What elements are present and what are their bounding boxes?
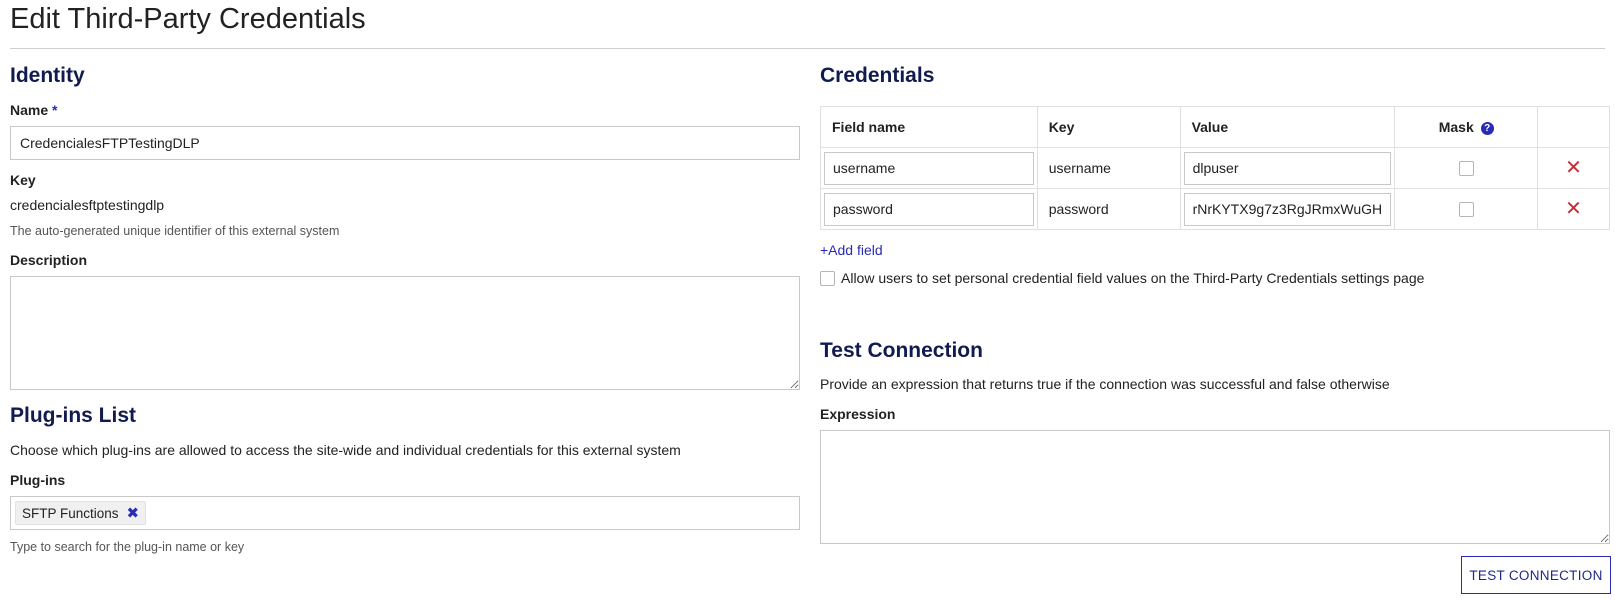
plugins-heading: Plug-ins List: [10, 404, 136, 427]
field-name-input[interactable]: [824, 192, 1034, 226]
key-cell: password: [1036, 188, 1181, 230]
identity-heading: Identity: [10, 64, 85, 87]
description-textarea[interactable]: [10, 276, 800, 390]
delete-icon[interactable]: ✕: [1565, 157, 1582, 179]
key-label: Key: [10, 172, 36, 188]
value-input[interactable]: [1183, 192, 1392, 226]
value-cell: [1179, 188, 1396, 230]
column-value: Value: [1179, 106, 1396, 148]
column-key: Key: [1036, 106, 1181, 148]
value-input[interactable]: [1183, 151, 1392, 185]
column-actions: [1537, 106, 1610, 148]
column-field-name: Field name: [820, 106, 1038, 148]
required-marker: *: [52, 102, 58, 118]
field-name-input[interactable]: [824, 151, 1034, 185]
actions-cell: ✕: [1537, 188, 1610, 230]
title-divider: [10, 48, 1605, 49]
allow-personal-label: Allow users to set personal credential f…: [841, 270, 1425, 286]
test-connection-heading: Test Connection: [820, 339, 983, 362]
value-cell: [1179, 147, 1396, 189]
credentials-table: Field name Key Value Mask ? username ✕: [820, 106, 1610, 230]
delete-icon[interactable]: ✕: [1565, 198, 1582, 220]
expression-textarea[interactable]: [820, 430, 1610, 544]
name-label-text: Name: [10, 102, 49, 118]
name-label: Name *: [10, 101, 57, 119]
mask-cell: [1394, 188, 1539, 230]
allow-personal-row: Allow users to set personal credential f…: [820, 270, 1424, 286]
mask-checkbox[interactable]: [1458, 161, 1474, 177]
expression-label: Expression: [820, 406, 896, 422]
table-row: password ✕: [820, 188, 1610, 230]
credentials-heading: Credentials: [820, 64, 935, 87]
plugins-hint: Type to search for the plug-in name or k…: [10, 540, 245, 554]
plugins-subtitle: Choose which plug-ins are allowed to acc…: [10, 442, 681, 458]
test-connection-subtitle: Provide an expression that returns true …: [820, 376, 1390, 392]
column-mask-label: Mask: [1438, 119, 1474, 135]
description-label: Description: [10, 252, 88, 268]
plugin-chip: SFTP Functions ✖: [15, 501, 147, 525]
allow-personal-checkbox[interactable]: [820, 270, 835, 286]
column-mask: Mask ?: [1394, 106, 1539, 148]
page-title: Edit Third-Party Credentials: [10, 3, 366, 35]
plugin-chip-label: SFTP Functions: [22, 505, 119, 521]
test-connection-button[interactable]: TEST CONNECTION: [1461, 556, 1611, 594]
name-input[interactable]: [10, 126, 800, 160]
plugins-label: Plug-ins: [10, 472, 66, 488]
mask-checkbox[interactable]: [1458, 202, 1474, 218]
add-field-link[interactable]: +Add field: [820, 241, 883, 259]
key-value: credencialesftptestingdlp: [10, 197, 165, 213]
field-name-cell: [820, 147, 1038, 189]
table-row: username ✕: [820, 147, 1610, 189]
close-icon[interactable]: ✖: [127, 506, 140, 521]
key-hint: The auto-generated unique identifier of …: [10, 224, 340, 238]
key-cell: username: [1036, 147, 1181, 189]
actions-cell: ✕: [1537, 147, 1610, 189]
field-name-cell: [820, 188, 1038, 230]
plugins-input[interactable]: SFTP Functions ✖: [10, 496, 800, 530]
mask-cell: [1394, 147, 1539, 189]
table-header-row: Field name Key Value Mask ?: [820, 106, 1610, 148]
help-icon[interactable]: ?: [1480, 122, 1494, 135]
